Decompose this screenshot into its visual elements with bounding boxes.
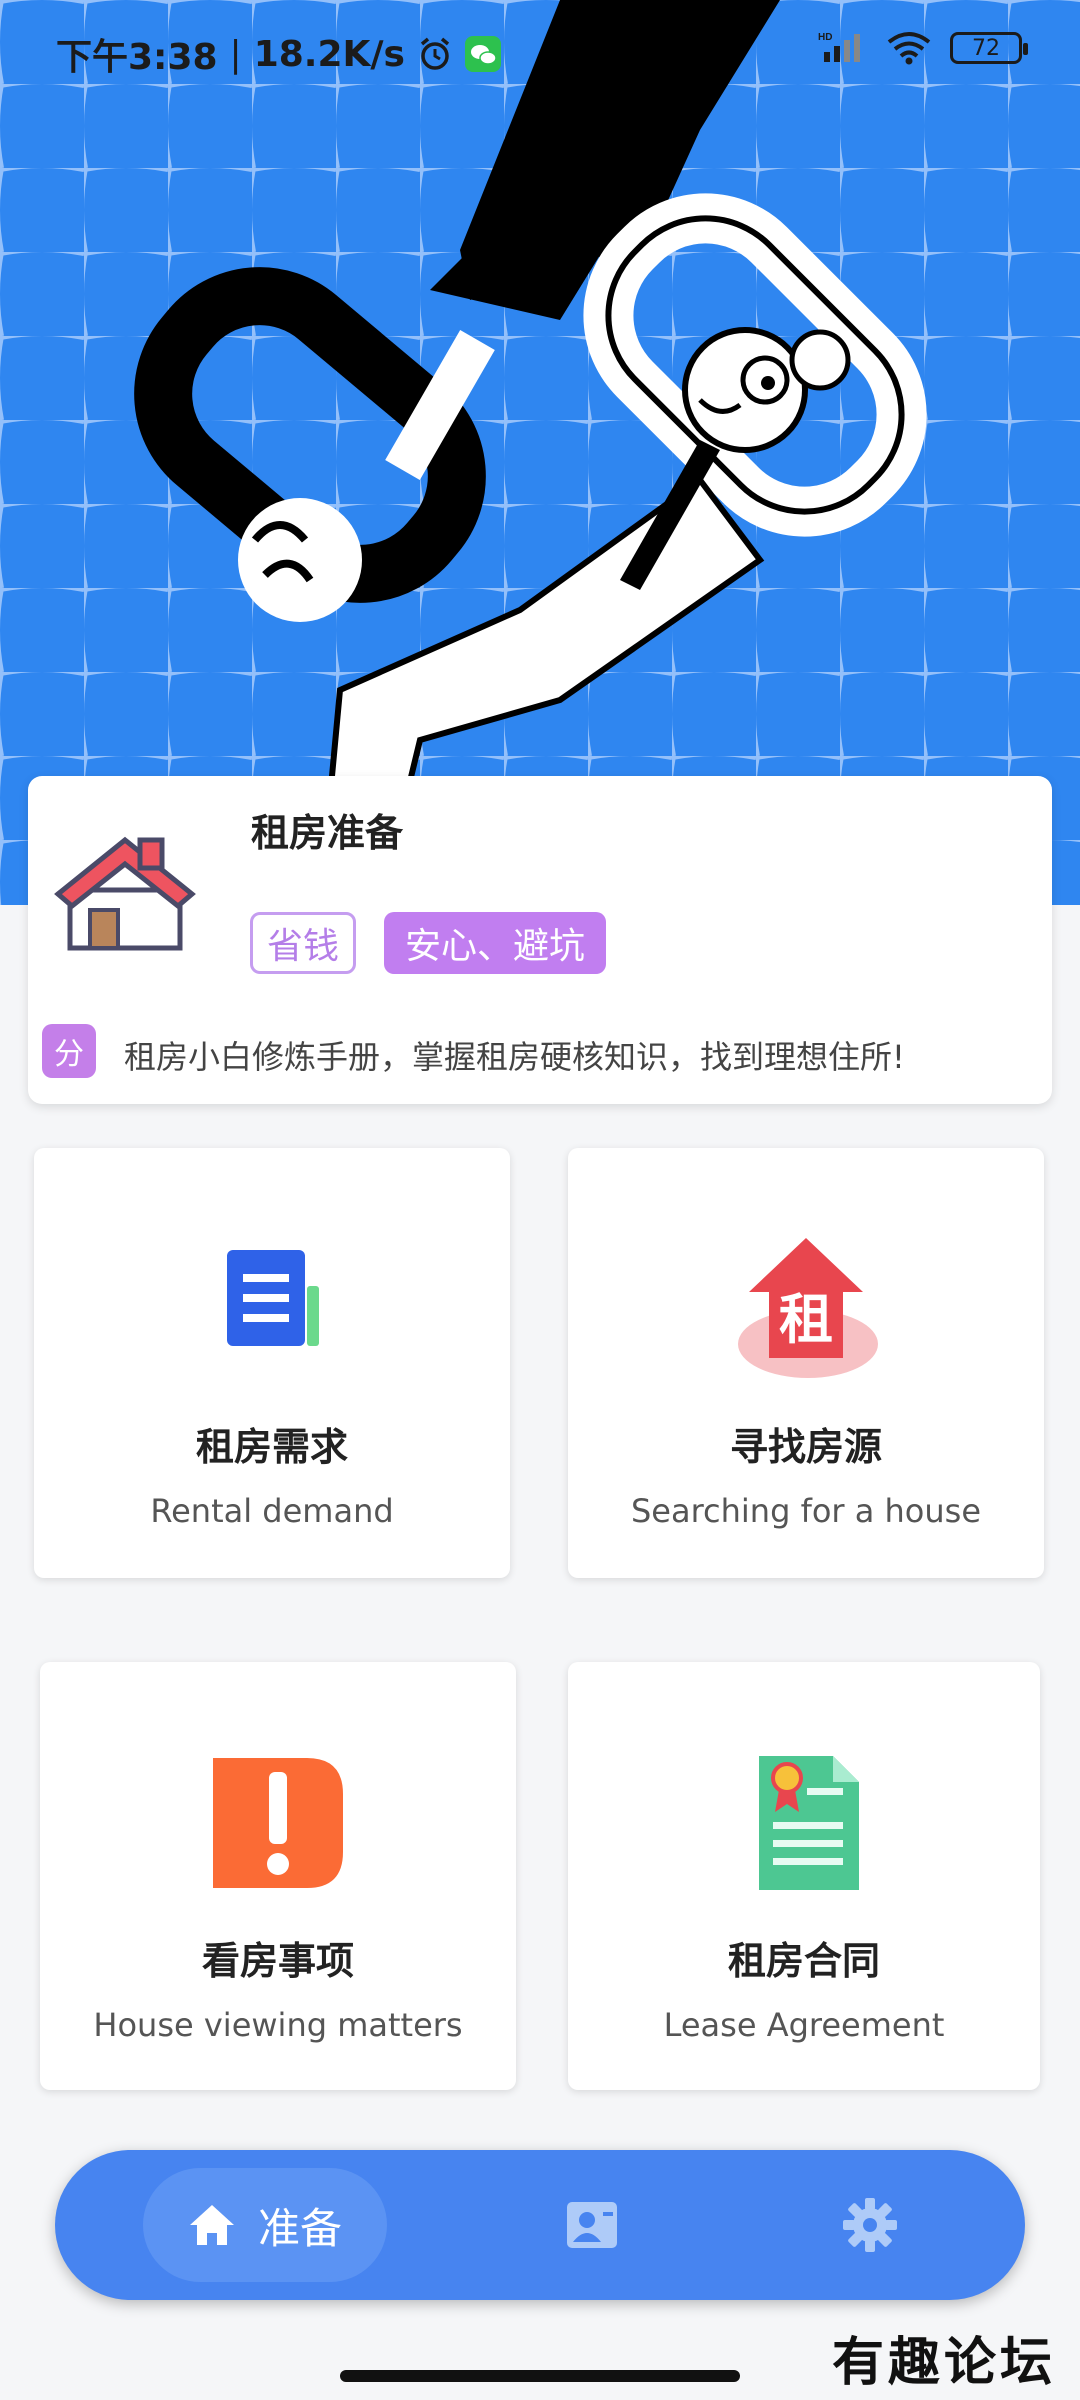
card-lease-agreement[interactable]: 租房合同 Lease Agreement xyxy=(568,1662,1040,2090)
tag-save-money: 省钱 xyxy=(250,912,356,974)
contract-icon xyxy=(759,1756,859,1890)
home-indicator[interactable] xyxy=(340,2370,740,2382)
intro-description: 租房小白修炼手册，掌握租房硬核知识，找到理想住所! xyxy=(124,1038,905,1076)
intro-title: 租房准备 xyxy=(251,811,404,855)
card-searching-house[interactable]: 租 寻找房源 Searching for a house xyxy=(568,1148,1044,1578)
card-title: 寻找房源 xyxy=(729,1425,882,1469)
card-title: 看房事项 xyxy=(201,1939,354,1983)
hero-illustration xyxy=(0,0,1080,905)
card-viewing-matters[interactable]: 看房事项 House viewing matters xyxy=(40,1662,516,2090)
app-screen: 下午3:38 | 18.2K/s HD 72 租房准备 省钱 安心、避坑 分 租… xyxy=(0,0,1080,2400)
watermark: 有趣论坛 xyxy=(831,2332,1056,2393)
bottom-nav: 准备 xyxy=(55,2150,1025,2300)
carabiner-illustration xyxy=(0,0,1080,905)
share-badge[interactable]: 分 xyxy=(42,1024,96,1078)
card-rental-demand[interactable]: 租房需求 Rental demand xyxy=(34,1148,510,1578)
battery-level: 72 xyxy=(972,35,1000,61)
status-time: 下午3:38 xyxy=(56,37,218,78)
wifi-icon xyxy=(887,32,931,65)
wechat-icon xyxy=(464,36,501,72)
card-subtitle: Searching for a house xyxy=(630,1492,982,1530)
house-icon xyxy=(54,836,196,951)
status-separator: | xyxy=(229,33,242,75)
card-subtitle: House viewing matters xyxy=(93,2006,463,2044)
status-bar: 下午3:38 | 18.2K/s HD 72 xyxy=(0,0,1080,110)
hd-signal-icon: HD xyxy=(818,32,860,62)
battery-icon: 72 xyxy=(950,32,1028,64)
warning-icon xyxy=(213,1758,343,1888)
card-title: 租房需求 xyxy=(195,1425,348,1469)
tag-peace-of-mind: 安心、避坑 xyxy=(384,912,606,974)
document-icon xyxy=(227,1250,319,1346)
alarm-icon xyxy=(420,37,450,70)
svg-text:HD: HD xyxy=(818,32,832,43)
card-subtitle: Rental demand xyxy=(150,1492,394,1530)
svg-text:租: 租 xyxy=(779,1288,833,1351)
status-network-speed: 18.2K/s xyxy=(253,33,405,75)
nav-tab-prepare[interactable]: 准备 xyxy=(143,2168,387,2282)
contact-card-icon[interactable] xyxy=(563,2196,621,2254)
settings-icon[interactable] xyxy=(841,2196,899,2254)
home-icon xyxy=(189,2205,234,2245)
rent-house-icon: 租 xyxy=(738,1238,878,1378)
nav-tab-label: 准备 xyxy=(257,2203,342,2253)
intro-card[interactable]: 租房准备 省钱 安心、避坑 分 租房小白修炼手册，掌握租房硬核知识，找到理想住所… xyxy=(28,776,1052,1104)
card-title: 租房合同 xyxy=(727,1939,880,1983)
card-subtitle: Lease Agreement xyxy=(663,2006,945,2044)
